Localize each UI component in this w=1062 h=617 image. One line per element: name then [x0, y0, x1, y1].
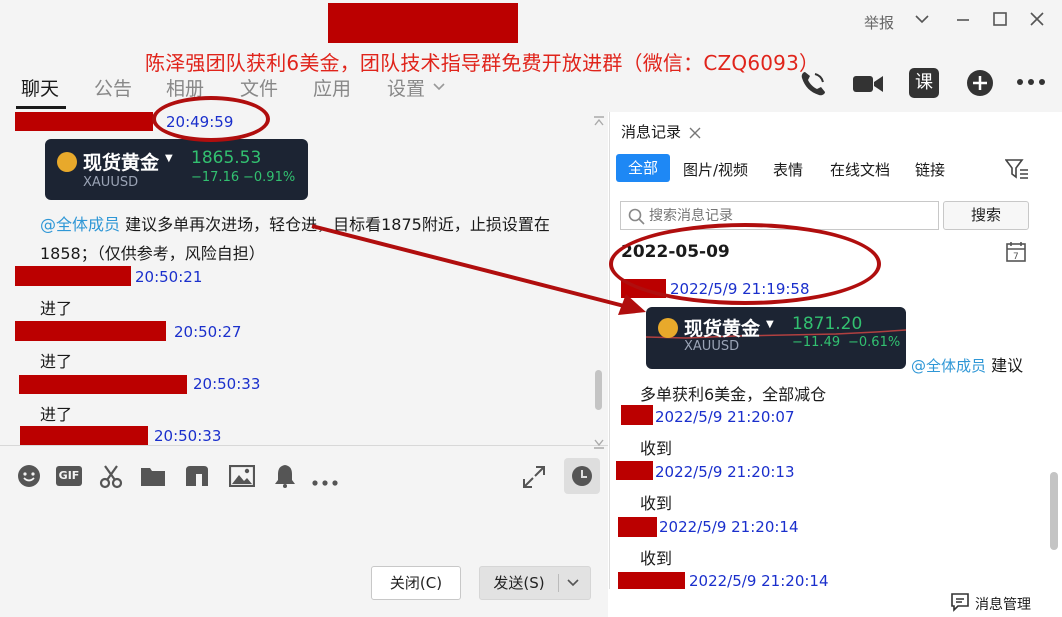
annotation-arrow — [311, 224, 646, 315]
